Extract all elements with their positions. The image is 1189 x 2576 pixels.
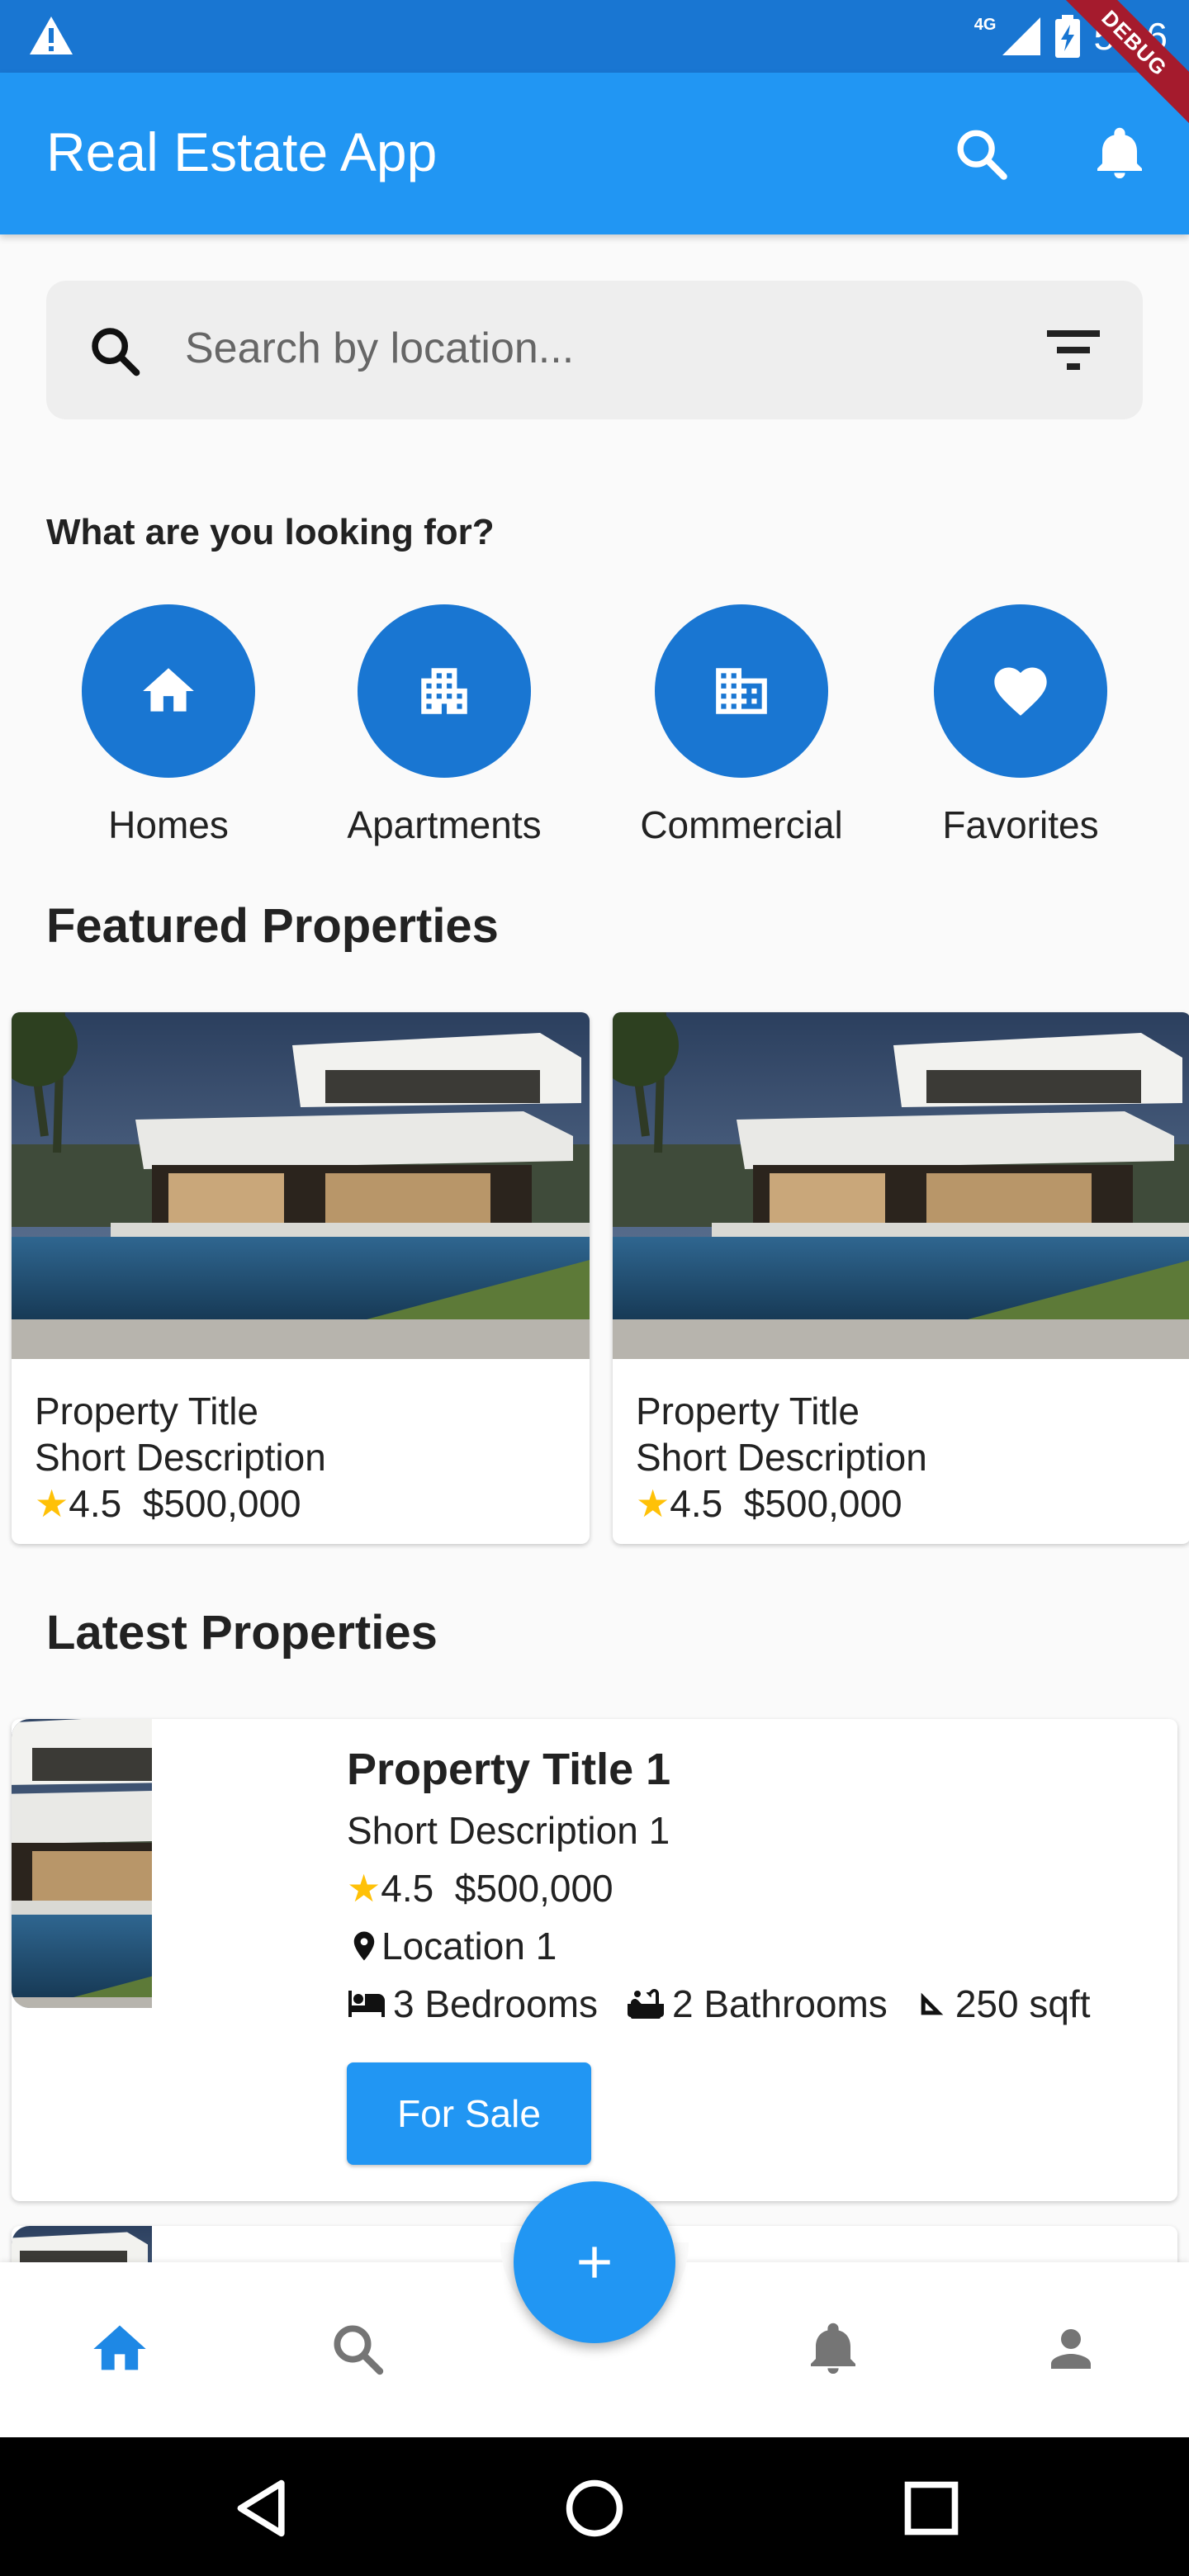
- property-price: $500,000: [142, 1482, 301, 1525]
- property-title: Property Title: [636, 1390, 860, 1432]
- location-pin-icon: [353, 1931, 375, 1961]
- property-title: Property Title 1: [347, 1745, 671, 1794]
- nav-notifications[interactable]: [796, 2312, 870, 2386]
- star-icon: ★: [636, 1482, 670, 1525]
- back-icon[interactable]: [231, 2477, 294, 2540]
- bathtub-icon: [628, 1989, 665, 2019]
- latest-property-card[interactable]: Property Title 1 Short Description 1 ★ 4.…: [12, 1719, 1177, 2201]
- property-description: Short Description: [636, 1436, 927, 1479]
- star-icon: ★: [347, 1867, 381, 1910]
- property-bedrooms: 3 Bedrooms: [393, 1982, 599, 2025]
- property-bathrooms: 2 Bathrooms: [672, 1982, 888, 2025]
- nav-home[interactable]: [83, 2312, 157, 2386]
- search-icon: [957, 130, 1007, 180]
- property-description: Short Description 1: [347, 1809, 670, 1852]
- category-homes[interactable]: Homes: [45, 604, 292, 847]
- featured-card[interactable]: Property Title Short Description ★4.5 $5…: [613, 1012, 1189, 1544]
- star-icon: ★: [35, 1482, 69, 1525]
- category-label: Commercial: [640, 803, 843, 846]
- search-icon: [334, 2325, 384, 2375]
- network-type: 4G: [973, 15, 997, 34]
- nav-profile[interactable]: [1034, 2312, 1108, 2386]
- property-description: Short Description: [35, 1436, 326, 1479]
- category-label: Apartments: [347, 803, 542, 846]
- featured-card[interactable]: Property Title Short Description ★4.5 $5…: [12, 1012, 590, 1544]
- signal-icon: [1002, 17, 1041, 55]
- app-bar: Real Estate App: [0, 73, 1189, 234]
- property-price: $500,000: [743, 1482, 902, 1525]
- commercial-icon: [716, 668, 767, 714]
- category-apartments[interactable]: Apartments: [320, 604, 568, 847]
- property-price: $500,000: [454, 1867, 613, 1910]
- property-image: [613, 1012, 1189, 1359]
- search-input[interactable]: Search by location...: [185, 324, 574, 373]
- recents-icon[interactable]: [900, 2477, 963, 2540]
- home-circle-icon[interactable]: [563, 2477, 626, 2540]
- battery-icon: [1055, 15, 1081, 58]
- property-rating: 4.5: [381, 1867, 434, 1910]
- property-area: 250 sqft: [955, 1982, 1091, 2025]
- category-label: Favorites: [942, 803, 1099, 846]
- property-rating: 4.5: [69, 1482, 122, 1525]
- category-favorites[interactable]: Favorites: [897, 604, 1144, 847]
- latest-heading: Latest Properties: [46, 1606, 438, 1660]
- search-button[interactable]: [941, 114, 1021, 193]
- home-icon: [93, 2325, 146, 2370]
- notifications-button[interactable]: [1080, 114, 1159, 193]
- for-sale-button[interactable]: For Sale: [347, 2062, 591, 2165]
- bed-icon: [348, 1991, 385, 2017]
- status-bar: 4G 5:06: [0, 0, 1189, 73]
- property-location: Location 1: [381, 1925, 557, 1968]
- square-foot-icon: [921, 1992, 944, 2015]
- search-icon: [92, 328, 140, 376]
- category-label: Homes: [108, 803, 229, 846]
- nav-search[interactable]: [320, 2312, 395, 2386]
- property-rating: 4.5: [670, 1482, 723, 1525]
- home-icon: [143, 668, 194, 712]
- bell-icon: [1097, 127, 1142, 178]
- search-bar[interactable]: Search by location...: [46, 281, 1143, 419]
- add-property-fab[interactable]: [514, 2181, 675, 2343]
- warning-icon: [30, 17, 73, 54]
- category-commercial[interactable]: Commercial: [618, 604, 865, 847]
- property-image: [12, 1719, 301, 2008]
- property-title: Property Title: [35, 1390, 258, 1432]
- person-icon: [1051, 2329, 1091, 2369]
- filter-icon[interactable]: [1040, 320, 1106, 380]
- featured-heading: Featured Properties: [46, 899, 499, 953]
- property-image: [12, 1012, 590, 1359]
- categories-heading: What are you looking for?: [46, 512, 495, 552]
- apartment-icon: [421, 668, 467, 714]
- heart-icon: [994, 667, 1047, 716]
- system-navigation-bar: [0, 2437, 1189, 2576]
- add-icon: [579, 2247, 610, 2278]
- bell-icon: [811, 2323, 855, 2374]
- app-title: Real Estate App: [46, 121, 438, 182]
